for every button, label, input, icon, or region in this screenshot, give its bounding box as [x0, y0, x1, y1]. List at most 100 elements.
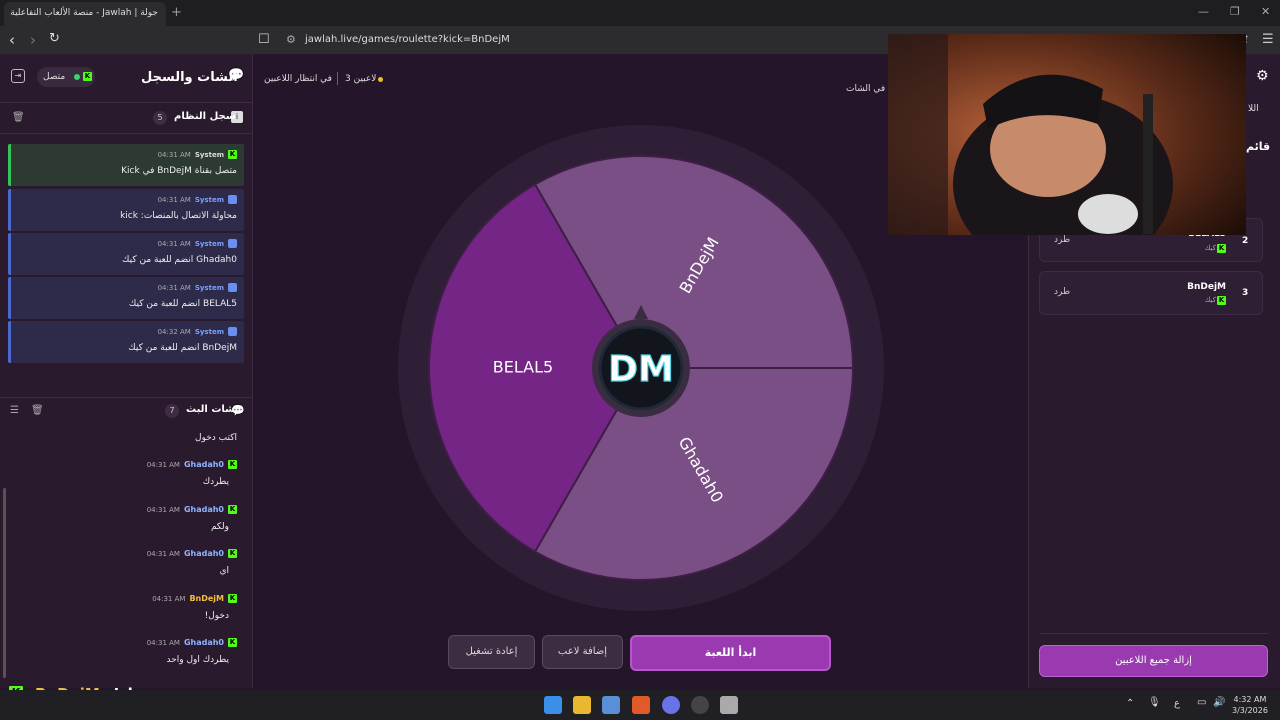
- chat-options-icon[interactable]: ☰: [10, 405, 19, 416]
- status-dot: [74, 74, 80, 80]
- kick-icon: K: [228, 505, 237, 514]
- message-text: يطردك اول واحد: [166, 655, 229, 665]
- kick-player-button[interactable]: طرد: [1054, 235, 1070, 245]
- roulette-wheel[interactable]: BnDejMGhadah0BELAL5 DM: [396, 123, 886, 613]
- chat-message: 04:31 AM Ghadah0 K يطردك: [0, 460, 244, 500]
- system-message: 04:31 AM System K متصل بقناة BnDejM في Kic…: [8, 144, 244, 186]
- site-info-icon[interactable]: ⚙: [286, 33, 296, 46]
- obs-icon[interactable]: [691, 696, 709, 714]
- remove-all-players-button[interactable]: إزالة جميع اللاعبين: [1039, 645, 1268, 677]
- clock-date: 3/3/2026: [1232, 706, 1268, 715]
- collapse-panel-icon[interactable]: ⇥: [11, 69, 25, 83]
- panel-title: الشات والسجل: [141, 70, 238, 85]
- message-author[interactable]: Ghadah0: [184, 638, 224, 647]
- system-message: 04:31 AM System محاولة الاتصال بالمنصات: …: [8, 189, 244, 231]
- volume-icon[interactable]: 🔊: [1213, 697, 1225, 708]
- system-message: 04:32 AM System BnDejM انضم للعبة من كيك: [8, 321, 244, 363]
- chat-scrollbar[interactable]: [3, 488, 6, 678]
- browser-tab[interactable]: جولة | Jawlah - منصة الألعاب التفاعلية: [4, 2, 166, 26]
- chat-icon: [228, 327, 237, 336]
- chevron-up-icon[interactable]: ⌃: [1126, 698, 1134, 709]
- message-time: 04:31 AM: [157, 283, 191, 292]
- network-icon[interactable]: ▭: [1197, 697, 1206, 708]
- message-author[interactable]: Ghadah0: [184, 460, 224, 469]
- message-text: يطردك: [202, 477, 229, 487]
- clock[interactable]: 4:32 AM 3/3/2026: [1232, 694, 1268, 716]
- windows-start-icon[interactable]: [544, 696, 562, 714]
- system-message: 04:31 AM System BELAL5 انضم للعبة من كيك: [8, 277, 244, 319]
- clear-log-icon[interactable]: 🗑: [12, 112, 25, 123]
- message-author[interactable]: Ghadah0: [184, 549, 224, 558]
- players-list-title: قائم: [1246, 140, 1271, 153]
- chat-text: اكتب دخول: [195, 433, 237, 443]
- message-author: System: [194, 283, 224, 292]
- forward-icon[interactable]: ›: [30, 31, 36, 49]
- clock-time: 4:32 AM: [1233, 695, 1267, 704]
- divider: [337, 72, 338, 85]
- message-time: 04:31 AM: [146, 638, 180, 647]
- chat-message: 04:31 AM BnDejM K دخول!: [0, 594, 244, 634]
- store-icon[interactable]: [602, 696, 620, 714]
- chat-icon: [228, 195, 237, 204]
- wheel-segment-label: BELAL5: [493, 358, 553, 377]
- url-field[interactable]: jawlah.live/games/roulette?kick=BnDejM: [305, 34, 510, 45]
- microphone-icon[interactable]: 🎙: [1148, 697, 1161, 708]
- new-tab-button[interactable]: +: [171, 5, 182, 20]
- message-author[interactable]: BnDejM: [189, 594, 224, 603]
- reload-icon[interactable]: ↻: [49, 31, 60, 46]
- message-time: 04:31 AM: [146, 549, 180, 558]
- logo-text: DM: [608, 349, 674, 390]
- message-author: System: [194, 195, 224, 204]
- close-icon[interactable]: ✕: [1261, 5, 1270, 18]
- browser-menu-icon[interactable]: ☰: [1262, 32, 1274, 47]
- bookmark-icon[interactable]: ☐: [258, 32, 270, 47]
- kick-player-button[interactable]: طرد: [1054, 287, 1070, 297]
- player-platform: كيك: [1204, 244, 1216, 252]
- stream-chat-title: شات البث: [186, 404, 235, 415]
- restart-button[interactable]: إعادة تشغيل: [448, 635, 535, 669]
- app-icon[interactable]: [720, 696, 738, 714]
- add-player-button[interactable]: إضافة لاعب: [542, 635, 623, 669]
- message-text: ولكم: [210, 522, 229, 532]
- system-log-count: 5: [153, 111, 167, 125]
- message-author: System: [194, 239, 224, 248]
- brave-browser-icon[interactable]: [632, 696, 650, 714]
- kick-icon: K: [228, 150, 237, 159]
- waiting-label: في انتظار اللاعبين: [264, 74, 332, 84]
- settings-icon[interactable]: ⚙: [1256, 68, 1269, 84]
- kick-icon: K: [1217, 244, 1226, 253]
- kick-icon: K: [83, 72, 92, 81]
- webcam-image: [888, 34, 1246, 235]
- message-text: BnDejM انضم للعبة من كيك: [128, 343, 237, 353]
- minimize-icon[interactable]: —: [1198, 5, 1209, 18]
- message-time: 04:31 AM: [157, 195, 191, 204]
- stream-chat-count: 7: [165, 404, 179, 418]
- input-language[interactable]: ع: [1174, 698, 1180, 709]
- message-time: 04:32 AM: [157, 327, 191, 336]
- file-explorer-icon[interactable]: [573, 696, 591, 714]
- clear-chat-icon[interactable]: 🗑: [31, 405, 44, 416]
- player-platform: كيك: [1204, 296, 1216, 304]
- discord-icon[interactable]: [662, 696, 680, 714]
- message-author[interactable]: Ghadah0: [184, 505, 224, 514]
- player-name: BnDejM: [1187, 282, 1226, 292]
- maximize-icon[interactable]: ❐: [1230, 5, 1240, 18]
- chat-message: 04:31 AM Ghadah0 K اي: [0, 549, 244, 589]
- message-author: System: [194, 327, 224, 336]
- message-author: System: [194, 150, 224, 159]
- message-time: 04:31 AM: [157, 150, 191, 159]
- message-time: 04:31 AM: [146, 460, 180, 469]
- message-text: محاولة الاتصال بالمنصات: kick: [120, 211, 237, 221]
- system-message: 04:31 AM System Ghadah0 انضم للعبة من كيك: [8, 233, 244, 275]
- kick-icon: K: [228, 638, 237, 647]
- kick-icon: K: [228, 594, 237, 603]
- kick-icon: K: [228, 460, 237, 469]
- kick-icon: K: [228, 549, 237, 558]
- tab-players[interactable]: اللا: [1248, 104, 1259, 114]
- message-text: دخول!: [204, 611, 229, 621]
- message-time: 04:31 AM: [157, 239, 191, 248]
- start-game-button[interactable]: ابدأ اللعبة: [630, 635, 831, 671]
- message-text: اي: [219, 566, 229, 576]
- message-text: متصل بقناة BnDejM في Kick: [121, 166, 237, 176]
- back-icon[interactable]: ‹: [9, 31, 15, 49]
